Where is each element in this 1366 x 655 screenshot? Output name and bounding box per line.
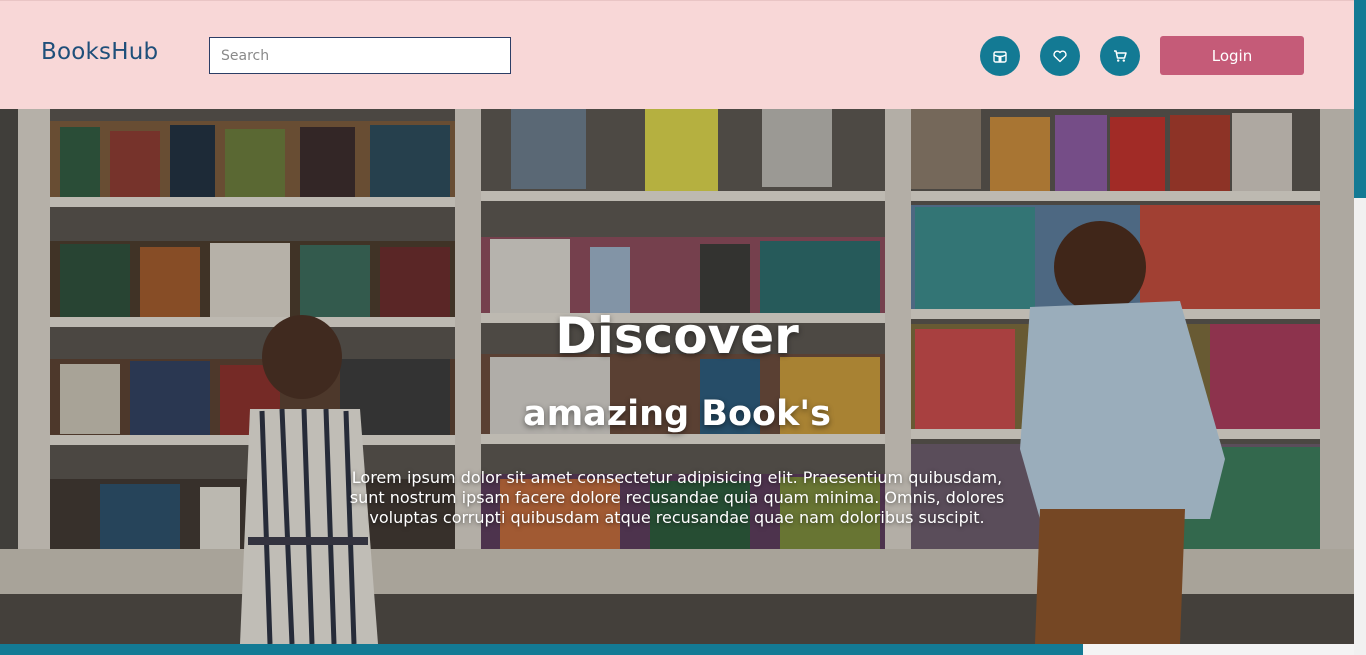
cart-button[interactable]	[1100, 36, 1140, 76]
scrollbar-thumb[interactable]	[1354, 0, 1366, 198]
page: BooksHub Login	[0, 0, 1366, 655]
section-divider-rest	[1083, 644, 1354, 655]
heart-icon	[1053, 50, 1067, 63]
navbar: BooksHub Login	[0, 0, 1354, 109]
hero-title: Discover	[555, 307, 799, 365]
cart-icon	[1114, 50, 1127, 62]
wishlist-button[interactable]	[1040, 36, 1080, 76]
store-icon	[993, 51, 1007, 63]
search-input[interactable]	[209, 37, 511, 74]
hero-subtitle: amazing Book's	[523, 394, 831, 434]
store-button[interactable]	[980, 36, 1020, 76]
hero-overlay	[0, 109, 1354, 644]
hero-banner: Discover amazing Book's Lorem ipsum dolo…	[0, 109, 1354, 644]
hero-description: Lorem ipsum dolor sit amet consectetur a…	[349, 468, 1005, 527]
login-button[interactable]: Login	[1160, 36, 1304, 75]
section-divider-bar	[0, 644, 1083, 655]
brand-logo[interactable]: BooksHub	[41, 39, 158, 65]
